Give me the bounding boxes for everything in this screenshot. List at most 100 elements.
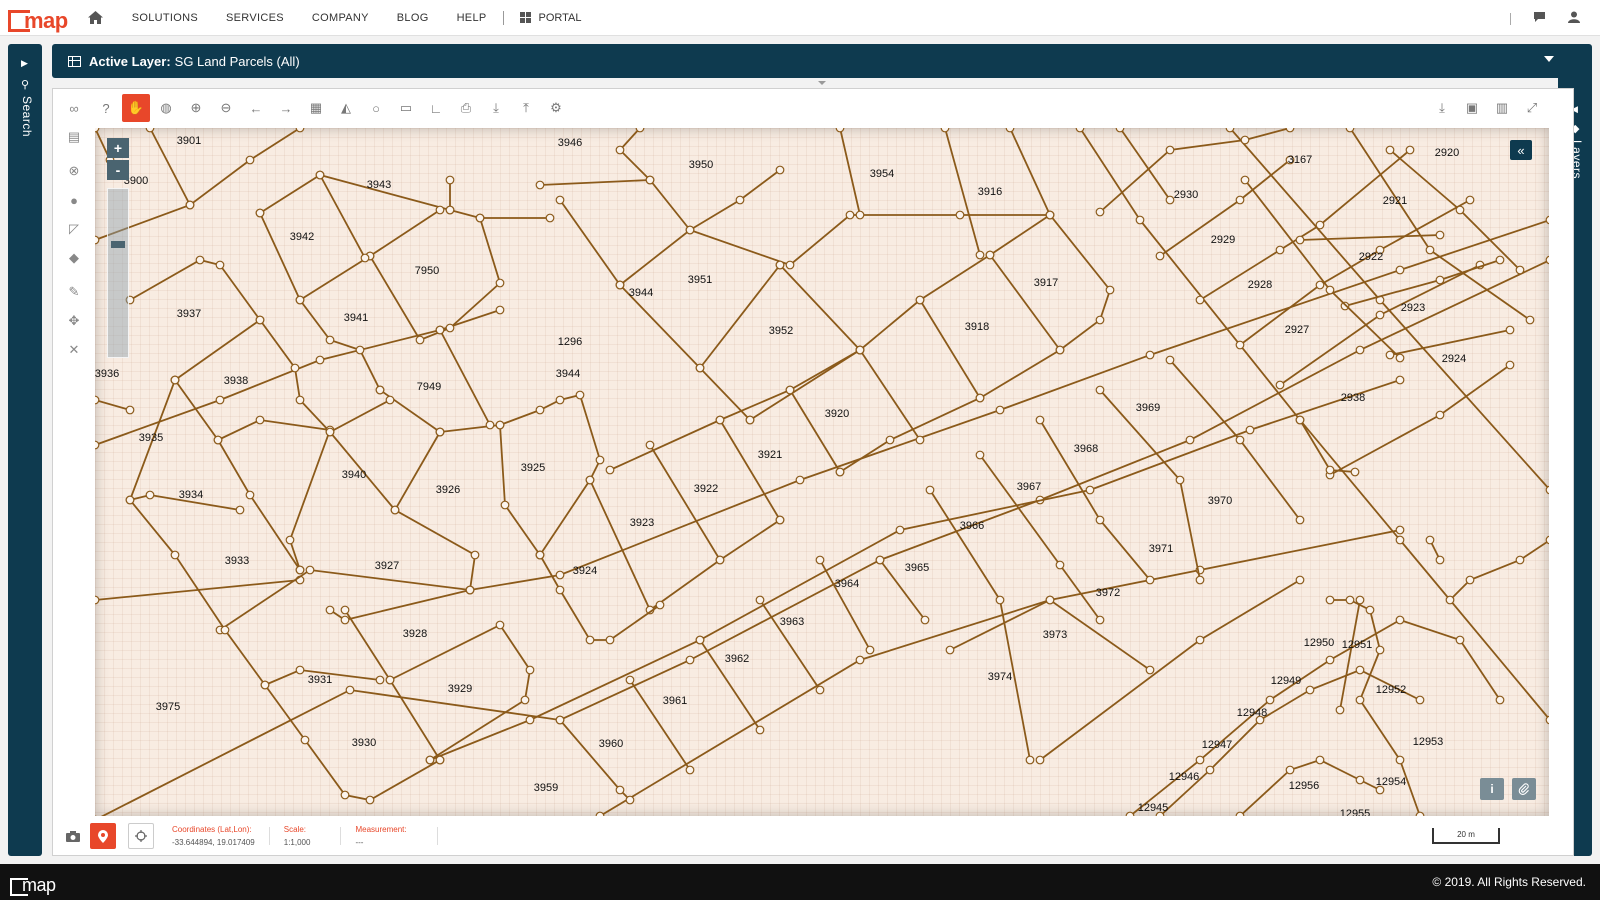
parcel-label[interactable]: 7950	[415, 265, 439, 277]
parcel-label[interactable]: 3917	[1034, 277, 1058, 289]
parcel-label[interactable]: 3918	[965, 321, 989, 333]
parcel-label[interactable]: 3964	[835, 578, 859, 590]
nav-portal[interactable]: PORTAL	[519, 12, 582, 24]
parcel-label[interactable]: 3944	[629, 287, 653, 299]
parcel-label[interactable]: 2938	[1341, 392, 1365, 404]
parcel-label[interactable]: 3928	[403, 628, 427, 640]
parcel-label[interactable]: 3960	[599, 738, 623, 750]
parcel-label[interactable]: 3940	[342, 469, 366, 481]
parcel-label[interactable]: 3931	[308, 674, 332, 686]
search-panel-tab[interactable]: ▶ ⚲ Search	[8, 44, 42, 856]
parcel-label[interactable]: 3935	[139, 432, 163, 444]
parcel-label[interactable]: 3941	[344, 312, 368, 324]
circle-draw-icon[interactable]: ●	[60, 186, 88, 214]
parcel-label[interactable]: 3946	[558, 137, 582, 149]
parcel-label[interactable]: 3927	[375, 560, 399, 572]
pan-hand-icon[interactable]: ✋	[122, 94, 150, 122]
parcel-label[interactable]: 12947	[1202, 739, 1233, 751]
parcel-label[interactable]: 3942	[290, 231, 314, 243]
parcel-label[interactable]: 2921	[1383, 195, 1407, 207]
parcel-label[interactable]: 2920	[1435, 147, 1459, 159]
parcel-label[interactable]: 2924	[1442, 353, 1466, 365]
parcel-label[interactable]: 3962	[725, 653, 749, 665]
parcel-map[interactable]: 3901 3900 3946 3950 3954 3916 3167 2920 3943 3942…	[95, 128, 1549, 816]
parcel-label[interactable]: 2923	[1401, 302, 1425, 314]
parcel-label[interactable]: 3974	[988, 671, 1012, 683]
parcel-label[interactable]: 3961	[663, 695, 687, 707]
parcel-label[interactable]: 3973	[1043, 629, 1067, 641]
zoom-in-icon[interactable]: ⊕	[182, 94, 210, 122]
parcel-label[interactable]: 12956	[1289, 780, 1320, 792]
home-icon[interactable]	[88, 11, 104, 25]
parcel-label[interactable]: 2922	[1359, 251, 1383, 263]
image-icon[interactable]: ▣	[1458, 94, 1486, 122]
parcel-label[interactable]: 12954	[1376, 776, 1407, 788]
columns-icon[interactable]: ▥	[1488, 94, 1516, 122]
polygon-draw-icon[interactable]: ◸	[60, 215, 88, 243]
parcel-label[interactable]: 3926	[436, 484, 460, 496]
parcel-label[interactable]: 3167	[1288, 154, 1312, 166]
parcel-label[interactable]: 3950	[689, 159, 713, 171]
parcel-label[interactable]: 12951	[1342, 639, 1373, 651]
angle-icon[interactable]: ∟	[422, 94, 450, 122]
parcel-label[interactable]: 3923	[630, 517, 654, 529]
table-icon[interactable]: ▦	[302, 94, 330, 122]
parcel-label[interactable]: 3967	[1017, 481, 1041, 493]
nav-blog[interactable]: BLOG	[397, 12, 429, 24]
parcel-label[interactable]: 3966	[960, 520, 984, 532]
parcel-label[interactable]: 3921	[758, 449, 782, 461]
chevron-down-icon[interactable]	[1544, 56, 1554, 62]
print-icon[interactable]: ⎙	[452, 94, 480, 122]
user-icon[interactable]	[1568, 10, 1580, 28]
map-icon[interactable]: ▤	[60, 123, 88, 151]
nav-company[interactable]: COMPANY	[312, 12, 369, 24]
parcel-label[interactable]: 12953	[1413, 736, 1444, 748]
parcel-label[interactable]: 3936	[95, 368, 119, 380]
parcel-label[interactable]: 3920	[825, 408, 849, 420]
export-icon[interactable]: ⤓	[1428, 94, 1456, 122]
nav-solutions[interactable]: SOLUTIONS	[132, 12, 198, 24]
parcel-label[interactable]: 12952	[1376, 684, 1407, 696]
parcel-label[interactable]: 2929	[1211, 234, 1235, 246]
brand-logo[interactable]: map	[8, 4, 68, 32]
footer-logo[interactable]: map	[10, 868, 56, 896]
parcel-label[interactable]: 3969	[1136, 402, 1160, 414]
upload-icon[interactable]: ⤒	[512, 94, 540, 122]
parcel-label[interactable]: 3963	[780, 616, 804, 628]
parcel-label[interactable]: 3959	[534, 782, 558, 794]
parcel-label[interactable]: 3943	[367, 179, 391, 191]
chat-icon[interactable]	[1533, 10, 1546, 28]
zoom-in-button[interactable]: +	[107, 138, 129, 158]
parcel-label[interactable]: 3968	[1074, 443, 1098, 455]
splitter-handle[interactable]	[818, 81, 826, 85]
collapse-button[interactable]: «	[1510, 140, 1532, 160]
parcel-label[interactable]: 3951	[688, 274, 712, 286]
parcel-label[interactable]: 12948	[1237, 707, 1268, 719]
parcel-label[interactable]: 3972	[1096, 587, 1120, 599]
binoculars-icon[interactable]: ∞	[60, 94, 88, 122]
parcel-label[interactable]: 3916	[978, 186, 1002, 198]
parcel-label[interactable]: 3930	[352, 737, 376, 749]
parcel-label[interactable]: 7949	[417, 381, 441, 393]
parcel-label[interactable]: 12949	[1271, 675, 1302, 687]
parcel-label[interactable]: 3925	[521, 462, 545, 474]
parcel-label[interactable]: 12945	[1138, 802, 1169, 814]
info-button[interactable]: i	[1480, 778, 1504, 800]
back-arrow-icon[interactable]: ←	[242, 94, 270, 122]
parcel-label[interactable]: 3933	[225, 555, 249, 567]
nav-help[interactable]: HELP	[457, 12, 487, 24]
download-icon[interactable]: ⤓	[482, 94, 510, 122]
parcel-label[interactable]: 3971	[1149, 543, 1173, 555]
move-icon[interactable]: ✥	[60, 307, 88, 335]
globe-icon[interactable]: ◍	[152, 94, 180, 122]
parcel-label[interactable]: 12950	[1304, 637, 1335, 649]
crosshair-icon[interactable]	[128, 823, 154, 849]
parcel-label[interactable]: 12955	[1340, 808, 1371, 816]
parcel-label[interactable]: 3975	[156, 701, 180, 713]
parcel-label[interactable]: 2928	[1248, 279, 1272, 291]
parcel-label[interactable]: 3944	[556, 368, 580, 380]
paperclip-icon[interactable]	[1512, 778, 1536, 800]
parcel-label[interactable]: 2927	[1285, 324, 1309, 336]
camera-icon[interactable]	[60, 823, 86, 849]
fullscreen-icon[interactable]: ⤢	[1518, 94, 1546, 122]
